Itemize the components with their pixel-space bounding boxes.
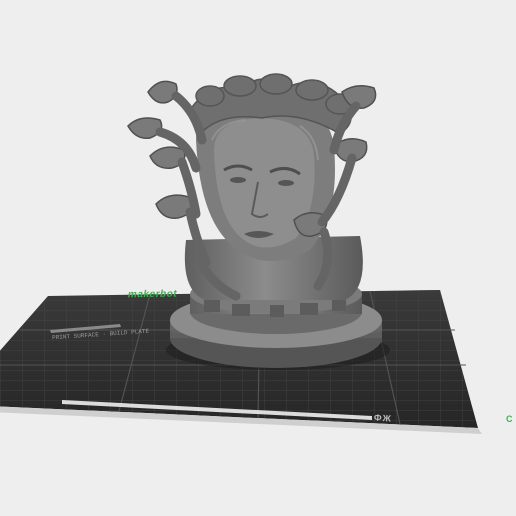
build-plate-brand-label: makerbot [126,288,179,301]
build-plate-edge-mark: C [506,414,513,424]
scene-canvas[interactable] [0,0,516,516]
build-plate-corner-label: ФЖ [373,412,393,424]
3d-viewport[interactable]: makerbot PRINT SURFACE · BUILD PLATE ФЖ … [0,0,516,516]
